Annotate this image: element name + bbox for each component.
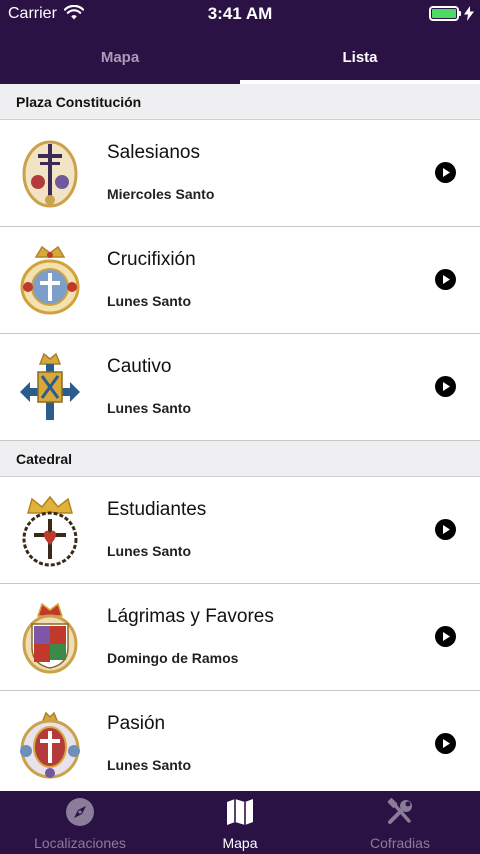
procession-day: Domingo de Ramos xyxy=(107,650,239,666)
top-tab-bar: Mapa Lista xyxy=(0,28,480,84)
section-title: Catedral xyxy=(16,451,73,467)
pasion-emblem-icon xyxy=(20,711,80,779)
play-icon[interactable] xyxy=(435,269,456,290)
play-icon[interactable] xyxy=(435,626,456,647)
battery-tip xyxy=(459,11,461,16)
section-header: Catedral xyxy=(0,441,480,477)
tools-icon xyxy=(387,798,412,824)
list-item-lagrimas-y-favores[interactable]: Lágrimas y Favores Domingo de Ramos xyxy=(0,584,480,691)
tab-mapa[interactable]: Mapa xyxy=(0,28,240,84)
tab-cofradias[interactable]: Cofradias xyxy=(320,791,480,854)
brotherhood-name: Salesianos xyxy=(107,142,200,163)
section-title: Plaza Constitución xyxy=(16,94,142,110)
tab-lista[interactable]: Lista xyxy=(240,28,480,84)
tab-mapa-label: Mapa xyxy=(100,49,140,66)
play-icon[interactable] xyxy=(435,519,456,540)
tab-localizaciones-label: Localizaciones xyxy=(34,835,126,851)
tab-mapa-bottom[interactable]: Mapa xyxy=(160,791,320,854)
procession-day: Lunes Santo xyxy=(107,293,192,309)
brotherhood-list[interactable]: Plaza Constitución Salesianos Miercoles … xyxy=(0,84,480,791)
clock: 3:41 AM xyxy=(207,4,273,23)
section-header: Plaza Constitución xyxy=(0,84,480,120)
list-item-crucifixion[interactable]: Crucifixión Lunes Santo xyxy=(0,227,480,334)
brotherhood-name: Pasión xyxy=(107,713,166,734)
status-bar: Carrier 3:41 AM xyxy=(0,0,480,28)
map-icon xyxy=(227,799,253,825)
brotherhood-name: Lágrimas y Favores xyxy=(107,606,274,627)
list-item-estudiantes[interactable]: Estudiantes Lunes Santo xyxy=(0,477,480,584)
procession-day: Lunes Santo xyxy=(107,400,192,416)
crucifixion-emblem-icon xyxy=(20,245,80,315)
lagrimas-emblem-icon xyxy=(22,602,78,674)
brotherhood-name: Crucifixión xyxy=(107,249,196,270)
cautivo-emblem-icon xyxy=(20,352,80,420)
battery-icon xyxy=(429,6,459,21)
procession-day: Lunes Santo xyxy=(107,543,192,559)
brotherhood-name: Cautivo xyxy=(107,356,172,377)
list-item-salesianos[interactable]: Salesianos Miercoles Santo xyxy=(0,120,480,227)
tab-lista-label: Lista xyxy=(342,49,378,66)
brotherhood-name: Estudiantes xyxy=(107,499,207,520)
salesianos-emblem-icon xyxy=(22,140,78,208)
tab-mapa-bottom-label: Mapa xyxy=(222,835,258,851)
estudiantes-emblem-icon xyxy=(22,495,78,567)
procession-day: Miercoles Santo xyxy=(107,186,215,202)
list-item-cautivo[interactable]: Cautivo Lunes Santo xyxy=(0,334,480,441)
procession-day: Lunes Santo xyxy=(107,757,192,773)
charging-bolt-icon xyxy=(464,6,474,21)
play-icon[interactable] xyxy=(435,376,456,397)
play-icon[interactable] xyxy=(435,162,456,183)
play-icon[interactable] xyxy=(435,733,456,754)
compass-icon xyxy=(66,798,94,826)
tab-localizaciones[interactable]: Localizaciones xyxy=(0,791,160,854)
list-item-pasion[interactable]: Pasión Lunes Santo xyxy=(0,691,480,791)
tab-cofradias-label: Cofradias xyxy=(370,835,430,851)
bottom-tab-bar: Localizaciones Mapa Cofradias xyxy=(0,791,480,854)
